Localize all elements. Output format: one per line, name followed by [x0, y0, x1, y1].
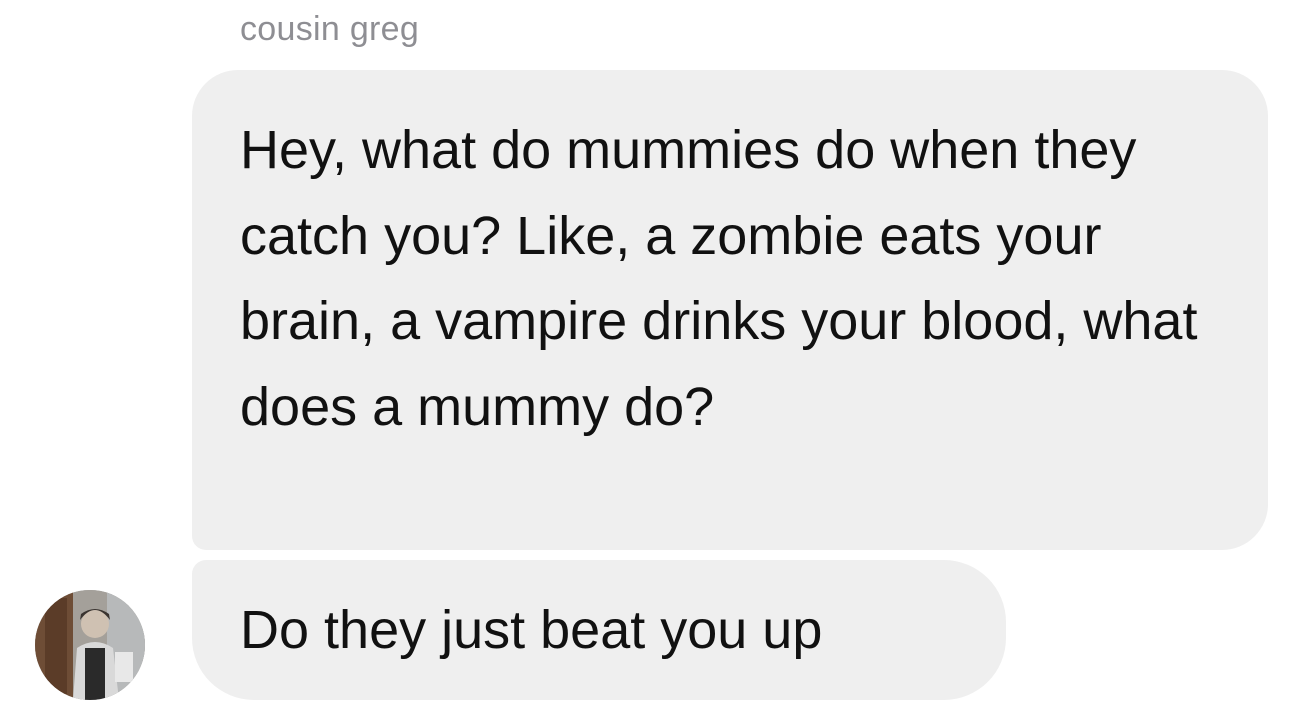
message-bubble-2[interactable]: Do they just beat you up: [192, 560, 1006, 700]
sender-avatar[interactable]: [35, 590, 145, 700]
message-bubble-1[interactable]: Hey, what do mummies do when they catch …: [192, 70, 1268, 550]
sender-name: cousin greg: [240, 10, 420, 48]
avatar-photo-icon: [35, 590, 145, 700]
